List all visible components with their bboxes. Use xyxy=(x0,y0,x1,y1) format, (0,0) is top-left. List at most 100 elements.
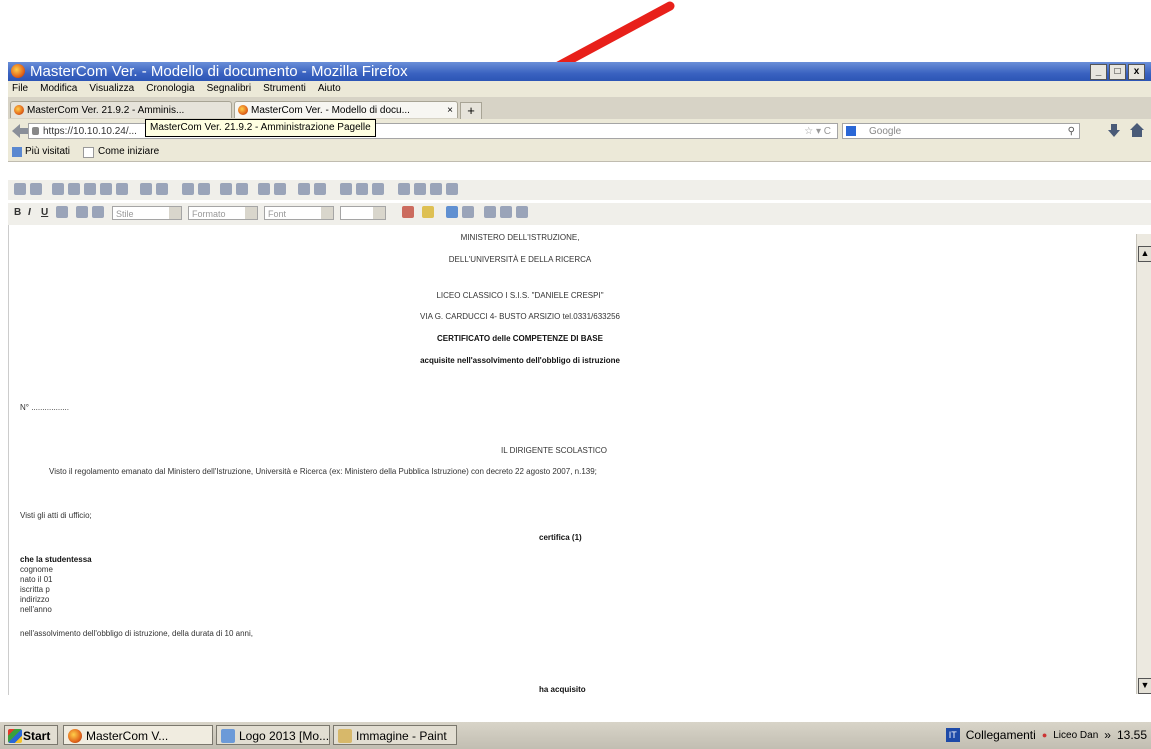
style-select-value: Stile xyxy=(116,209,134,219)
align-justify-icon[interactable] xyxy=(446,183,458,195)
minimize-button[interactable]: _ xyxy=(1090,64,1107,80)
clock: 13.55 xyxy=(1116,728,1147,742)
tab-tooltip: MasterCom Ver. 21.9.2 - Amministrazione … xyxy=(145,119,376,137)
numbered-list-icon[interactable] xyxy=(298,183,310,195)
save-icon[interactable] xyxy=(14,183,26,195)
menu-visualizza[interactable]: Visualizza xyxy=(89,81,134,97)
start-button[interactable]: Start xyxy=(4,725,58,745)
bookmark-piu-visitati[interactable]: Più visitati xyxy=(25,143,70,161)
spellcheck-options-icon[interactable] xyxy=(156,183,168,195)
firefox-icon xyxy=(68,729,82,743)
doc-line: DELL'UNIVERSITÀ E DELLA RICERCA xyxy=(448,255,592,264)
scroll-up-icon[interactable]: ▲ xyxy=(1138,246,1151,262)
superscript-icon[interactable] xyxy=(92,206,104,218)
tray-collegamenti[interactable]: Collegamenti xyxy=(966,728,1036,742)
taskbar-item-paint[interactable]: Immagine - Paint xyxy=(333,725,457,745)
replace-icon[interactable] xyxy=(236,183,248,195)
cut-icon[interactable] xyxy=(52,183,64,195)
undo-icon[interactable] xyxy=(182,183,194,195)
download-icon[interactable] xyxy=(1108,124,1120,138)
chevron-down-icon xyxy=(169,207,181,219)
doc-line: Visto il regolamento emanato dal Ministe… xyxy=(49,467,597,476)
doc-line: MINISTERO DELL'ISTRUZIONE, xyxy=(460,233,580,242)
menu-aiuto[interactable]: Aiuto xyxy=(318,81,341,97)
editor-toolbar-2: B I U Stile Formato Font xyxy=(8,203,1151,225)
redo-icon[interactable] xyxy=(198,183,210,195)
doc-heading: acquisite nell'assolvimento dell'obbligo… xyxy=(420,356,620,365)
source-icon[interactable] xyxy=(516,206,528,218)
find-icon[interactable] xyxy=(220,183,232,195)
paste-word-icon[interactable] xyxy=(116,183,128,195)
insert-field-icon[interactable] xyxy=(500,206,512,218)
close-button[interactable]: x xyxy=(1128,64,1145,80)
search-input[interactable]: Google ⚲ xyxy=(842,123,1080,139)
menu-strumenti[interactable]: Strumenti xyxy=(263,81,306,97)
star-icon[interactable]: ☆ ▾ C xyxy=(804,124,831,140)
taskbar-item-logo[interactable]: Logo 2013 [Mo... xyxy=(216,725,330,745)
tab-amministrazione[interactable]: MasterCom Ver. 21.9.2 - Amminis... xyxy=(10,101,232,118)
subscript-icon[interactable] xyxy=(76,206,88,218)
tray-app-icon[interactable]: IT xyxy=(945,728,960,742)
tab-label: MasterCom Ver. - Modello di docu... xyxy=(251,105,410,116)
lock-icon xyxy=(32,127,39,135)
outdent-icon[interactable] xyxy=(340,183,352,195)
menu-bar: File Modifica Visualizza Cronologia Segn… xyxy=(8,81,1151,97)
tab-modello-documento[interactable]: MasterCom Ver. - Modello di docu... × xyxy=(234,101,458,118)
bold-button[interactable]: B xyxy=(14,207,21,218)
indent-icon[interactable] xyxy=(356,183,368,195)
underline-button[interactable]: U xyxy=(41,207,48,218)
home-icon[interactable] xyxy=(1130,123,1144,137)
format-select[interactable]: Formato xyxy=(188,206,258,220)
blockquote-icon[interactable] xyxy=(372,183,384,195)
paste-text-icon[interactable] xyxy=(100,183,112,195)
new-tab-button[interactable]: + xyxy=(460,102,482,120)
preview-icon[interactable] xyxy=(30,183,42,195)
taskbar-item-mastercom[interactable]: MasterCom V... xyxy=(63,725,213,745)
back-arrow-icon[interactable] xyxy=(12,124,28,138)
copy-icon[interactable] xyxy=(68,183,80,195)
align-center-icon[interactable] xyxy=(414,183,426,195)
background-color-icon[interactable] xyxy=(422,206,434,218)
style-select[interactable]: Stile xyxy=(112,206,182,220)
menu-modifica[interactable]: Modifica xyxy=(40,81,77,97)
document-icon xyxy=(221,729,235,743)
taskbar: Start MasterCom V... Logo 2013 [Mo... Im… xyxy=(0,721,1151,749)
bullet-list-icon[interactable] xyxy=(314,183,326,195)
doc-heading: CERTIFICATO delle COMPETENZE DI BASE xyxy=(437,334,603,343)
tab-close-icon[interactable]: × xyxy=(447,102,453,118)
bookmark-icon xyxy=(12,147,22,157)
omega-icon[interactable] xyxy=(484,206,496,218)
scroll-down-icon[interactable]: ▼ xyxy=(1138,678,1151,694)
text-color-icon[interactable] xyxy=(402,206,414,218)
italic-button[interactable]: I xyxy=(28,207,31,218)
document-area[interactable]: MINISTERO DELL'ISTRUZIONE, DELL'UNIVERSI… xyxy=(8,225,1137,695)
doc-line: iscritta p xyxy=(20,585,50,594)
select-all-icon[interactable] xyxy=(258,183,270,195)
search-icon[interactable]: ⚲ xyxy=(1068,124,1075,140)
align-right-icon[interactable] xyxy=(430,183,442,195)
remove-format-icon[interactable] xyxy=(274,183,286,195)
doc-line: N° ................. xyxy=(20,403,69,412)
chevron-down-icon xyxy=(321,207,333,219)
taskbar-item-label: Immagine - Paint xyxy=(356,729,447,743)
tray-user[interactable]: Liceo Dan xyxy=(1053,730,1098,741)
insert-image-icon[interactable] xyxy=(446,206,458,218)
window-title-bar: MasterCom Ver. - Modello di documento - … xyxy=(8,62,1151,81)
bookmark-come-iniziare[interactable]: Come iniziare xyxy=(98,143,159,161)
align-left-icon[interactable] xyxy=(398,183,410,195)
menu-segnalibri[interactable]: Segnalibri xyxy=(207,81,251,97)
insert-table-icon[interactable] xyxy=(462,206,474,218)
menu-file[interactable]: File xyxy=(12,81,28,97)
font-select[interactable]: Font xyxy=(264,206,334,220)
menu-cronologia[interactable]: Cronologia xyxy=(146,81,194,97)
document-scrollbar[interactable]: ▲ ▼ xyxy=(1136,234,1151,694)
size-select[interactable] xyxy=(340,206,386,220)
firefox-favicon-icon xyxy=(238,105,248,115)
strikethrough-icon[interactable] xyxy=(56,206,68,218)
spellcheck-icon[interactable] xyxy=(140,183,152,195)
paste-icon[interactable] xyxy=(84,183,96,195)
editor-toolbar-1 xyxy=(8,180,1151,200)
maximize-button[interactable]: □ xyxy=(1109,64,1126,80)
tray-chevron-icon[interactable]: » xyxy=(1104,728,1111,742)
doc-line: che la studentessa xyxy=(20,555,92,564)
